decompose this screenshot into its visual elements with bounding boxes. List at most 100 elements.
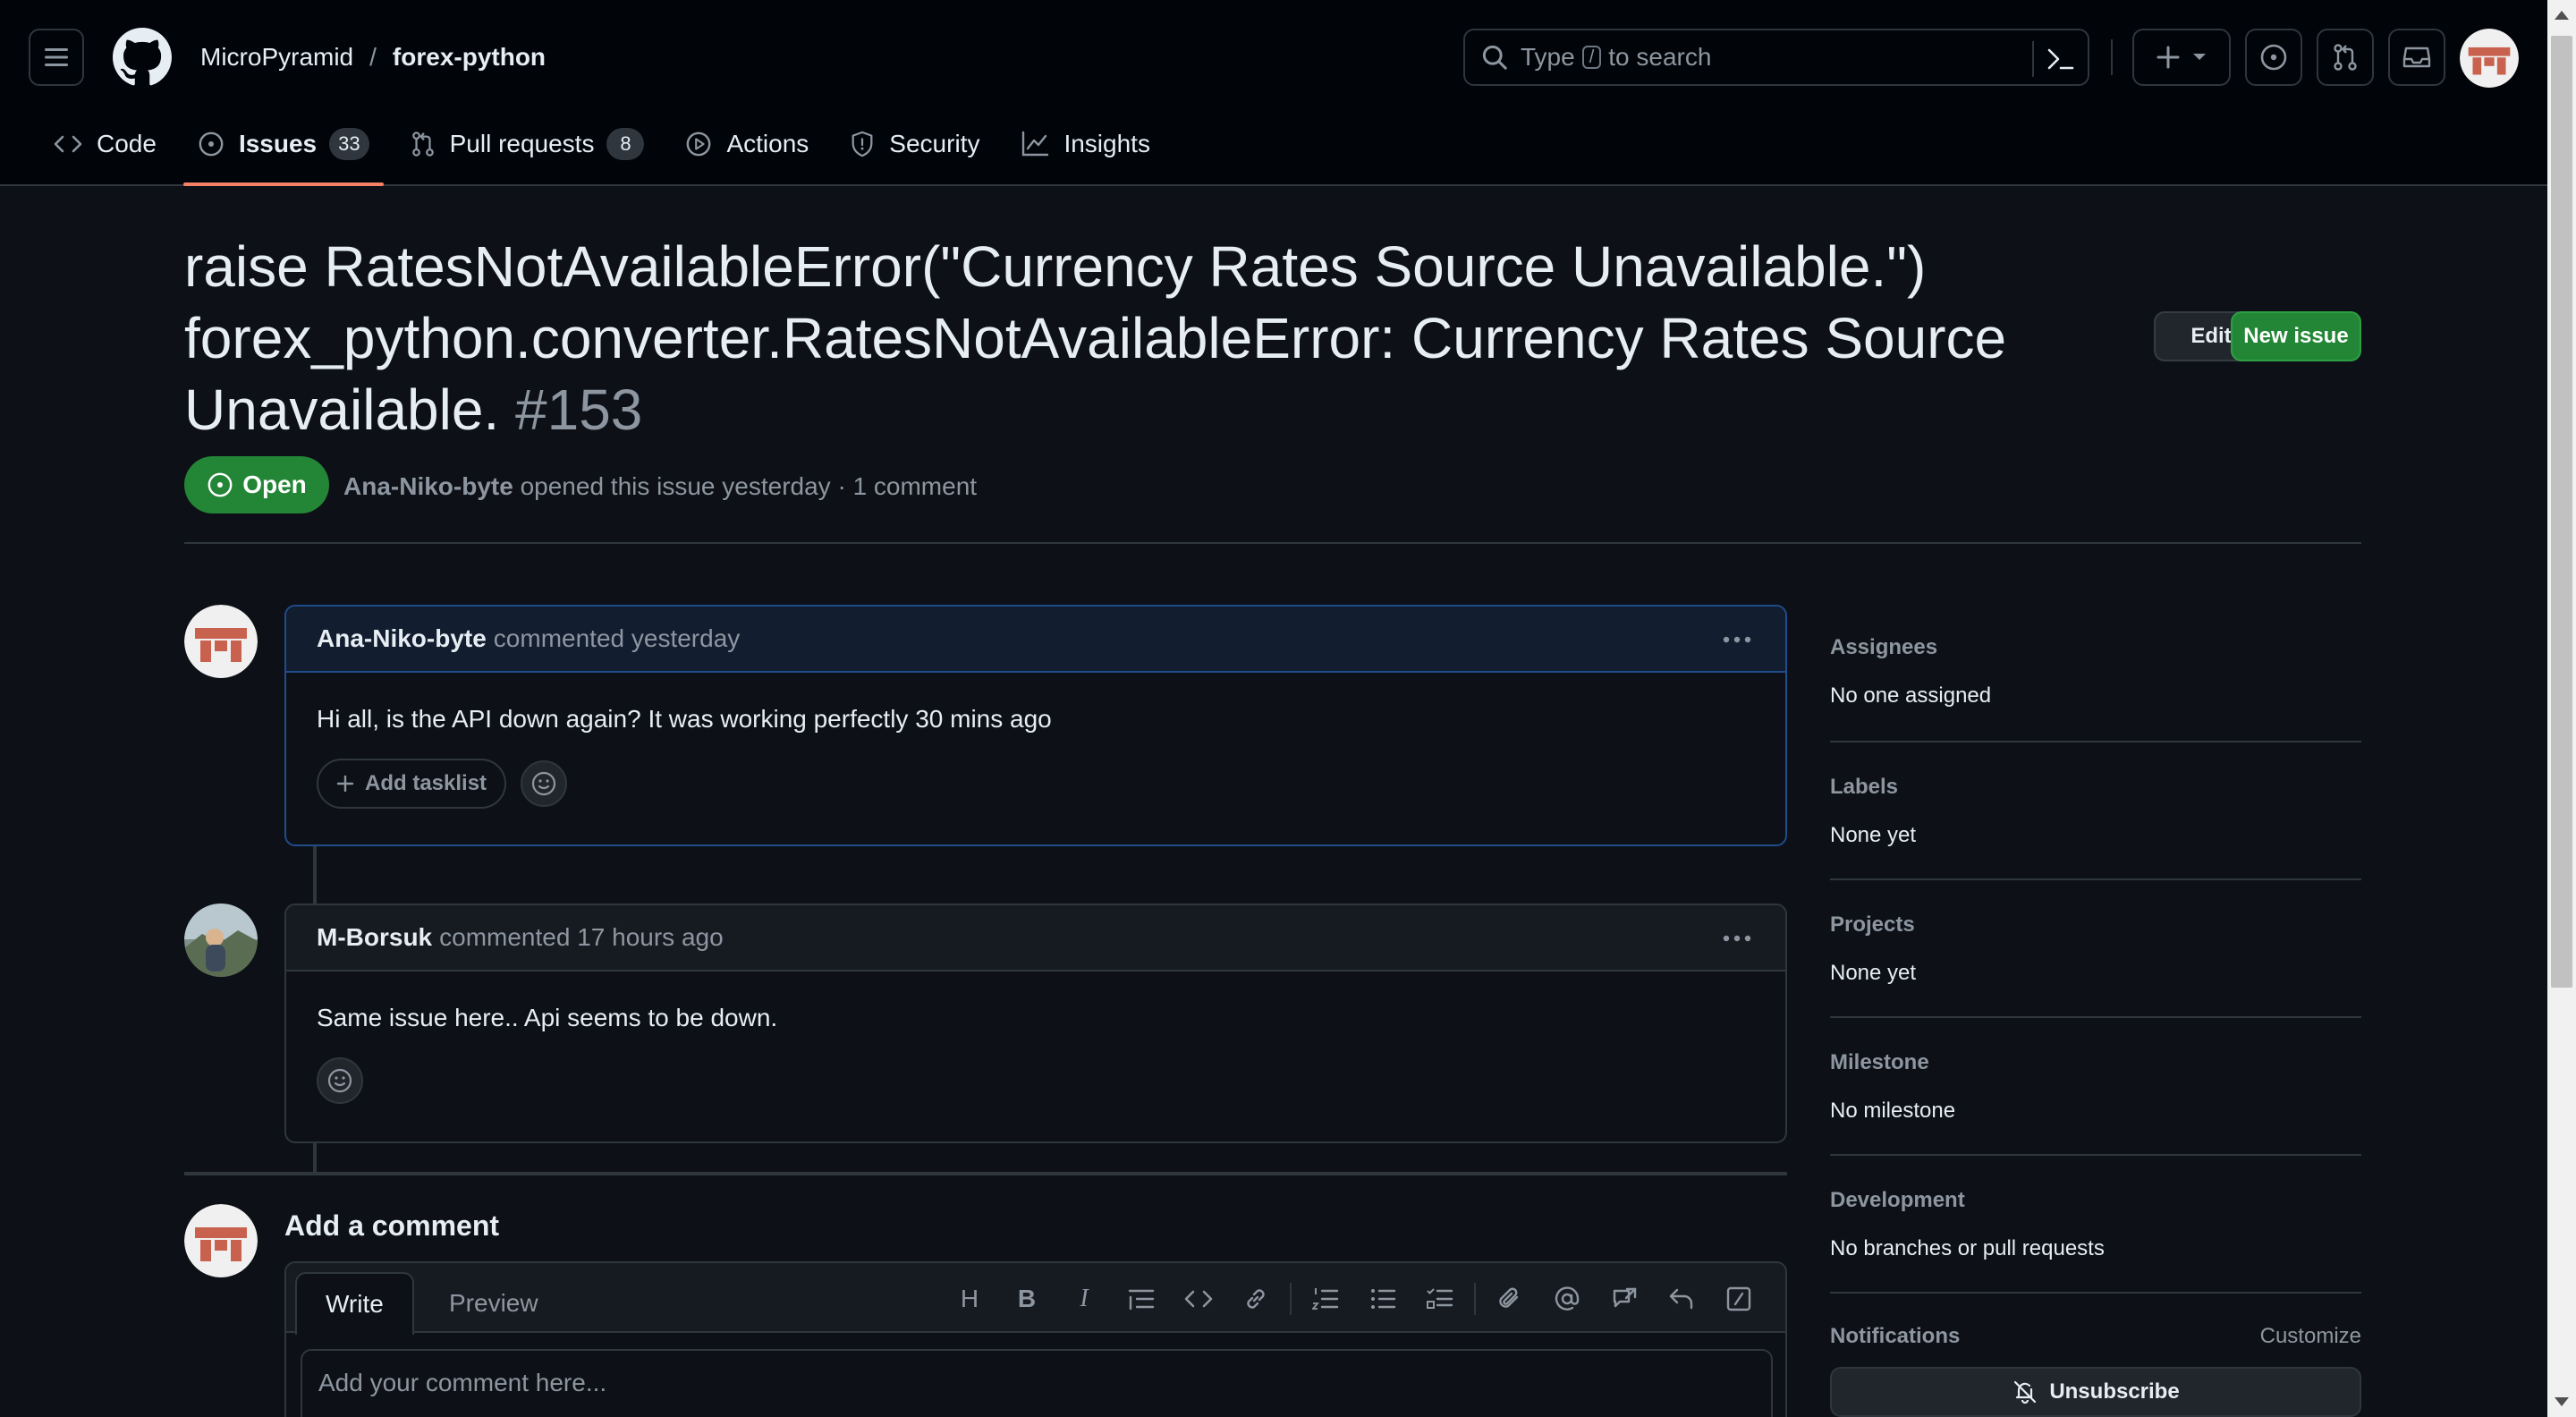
plus-icon [336,775,354,793]
comment-header: M-Borsuk commented 17 hours ago [286,905,1785,972]
scroll-up-arrow-icon[interactable] [2555,11,2569,20]
milestone-heading[interactable]: Milestone [1830,1050,2361,1075]
tab-preview[interactable]: Preview [420,1272,567,1335]
tab-pull-requests-label: Pull requests [449,130,595,157]
assignees-value: No one assigned [1830,683,1992,708]
cross-reference-tool[interactable] [1596,1277,1653,1320]
tab-code-label: Code [97,130,157,157]
breadcrumb: MicroPyramid / forex-python [200,39,546,75]
quote-icon [1128,1289,1155,1311]
slash-commands-tool[interactable] [1710,1277,1767,1320]
sidebar-milestone: Milestone No milestone [1830,1018,2361,1156]
issue-icon [199,132,224,157]
page-scrollbar[interactable] [2547,0,2576,1417]
tab-security[interactable]: Security [835,120,994,168]
tab-issues[interactable]: Issues 33 [182,120,384,186]
bold-tool[interactable]: B [998,1277,1055,1320]
menu-button[interactable] [29,29,84,86]
add-comment-heading: Add a comment [284,1209,500,1242]
breadcrumb-owner[interactable]: MicroPyramid [200,43,353,72]
formatting-tools: H B I [941,1277,1767,1320]
unsubscribe-button[interactable]: Unsubscribe [1830,1367,2361,1417]
issue-author-link[interactable]: Ana-Niko-byte [343,472,513,500]
command-palette-icon[interactable] [2046,47,2075,72]
saved-replies-tool[interactable] [1653,1277,1710,1320]
add-reaction-button[interactable] [521,760,568,807]
tab-actions[interactable]: Actions [671,120,823,168]
ordered-list-icon [1312,1288,1339,1310]
comment-time[interactable]: 17 hours ago [577,923,723,952]
issues-icon [2260,44,2287,71]
add-reaction-button[interactable] [317,1057,363,1104]
scrollbar-thumb[interactable] [2551,36,2572,988]
shield-icon [852,131,873,157]
comment-author[interactable]: M-Borsuk [317,923,432,952]
issue-meta-text: opened this issue yesterday · 1 comment [520,472,978,500]
github-logo-icon[interactable] [113,28,172,87]
quote-tool[interactable] [1113,1277,1170,1320]
breadcrumb-separator: / [369,43,377,71]
task-list-tool[interactable] [1411,1277,1469,1320]
composer-avatar[interactable] [184,1204,258,1277]
menu-icon [45,48,68,66]
italic-tool[interactable]: I [1055,1277,1113,1320]
pull-requests-button[interactable] [2317,29,2374,86]
projects-heading[interactable]: Projects [1830,912,2361,938]
inbox-button[interactable] [2388,29,2445,86]
github-issue-page: MicroPyramid / forex-python Type / to se… [0,0,2547,1417]
issue-state-label: Open [242,471,307,498]
comment-avatar[interactable] [184,904,258,977]
more-options-icon[interactable] [1721,624,1753,655]
search-input[interactable]: Type / to search [1463,29,2089,86]
comment-actions: Add tasklist [286,734,1785,834]
graph-icon [1022,131,1049,157]
tab-insights[interactable]: Insights [1006,120,1165,168]
comment-avatar[interactable] [184,605,258,678]
paperclip-icon [1499,1287,1519,1308]
assignees-heading[interactable]: Assignees [1830,635,2361,660]
unordered-list-tool[interactable] [1354,1277,1411,1320]
comment-textarea[interactable]: Add your comment here... [301,1349,1773,1417]
comment-time[interactable]: yesterday [631,624,740,653]
development-heading[interactable]: Development [1830,1188,2361,1213]
unsubscribe-label: Unsubscribe [2049,1379,2180,1404]
comment-action: commented [493,624,625,652]
tab-code[interactable]: Code [39,120,171,168]
labels-value: None yet [1830,823,1917,847]
issue-state-badge: Open [184,456,329,513]
labels-heading[interactable]: Labels [1830,775,2361,800]
add-tasklist-label: Add tasklist [365,771,487,795]
tab-insights-label: Insights [1063,130,1150,157]
timeline-end-divider [184,1172,1787,1175]
mention-tool[interactable] [1538,1277,1596,1320]
comment-body: Same issue here.. Api seems to be down. [317,1004,778,1031]
inbox-icon [2402,47,2431,68]
link-tool[interactable] [1227,1277,1284,1320]
breadcrumb-repo[interactable]: forex-python [393,43,546,72]
ordered-list-tool[interactable] [1297,1277,1354,1320]
smiley-icon [327,1068,352,1093]
tab-pull-requests[interactable]: Pull requests 8 [396,120,659,168]
avatar[interactable] [2460,29,2519,88]
scroll-down-arrow-icon[interactable] [2555,1397,2569,1406]
development-value: No branches or pull requests [1830,1236,2105,1260]
issues-button[interactable] [2245,29,2302,86]
more-options-icon[interactable] [1721,923,1753,954]
comment-author[interactable]: Ana-Niko-byte [317,624,487,653]
add-tasklist-button[interactable]: Add tasklist [317,759,507,809]
code-tool[interactable] [1170,1277,1227,1320]
new-issue-button[interactable]: New issue [2231,311,2361,361]
issue-meta: Ana-Niko-byte opened this issue yesterda… [343,471,977,503]
repo-tabs: Code Issues 33 Pull requests 8 Actions S… [39,120,1177,186]
code-icon [1184,1290,1213,1308]
header-divider [2111,39,2113,75]
create-new-button[interactable] [2132,29,2231,86]
editor-toolbar: Write Preview H B I [286,1263,1785,1335]
search-suffix: to search [1608,43,1712,71]
heading-tool[interactable]: H [941,1277,998,1320]
tab-write[interactable]: Write [295,1272,414,1335]
sidebar-assignees: Assignees No one assigned [1830,605,2361,742]
customize-link[interactable]: Customize [2260,1324,2361,1349]
search-prefix: Type [1521,43,1575,71]
attach-tool[interactable] [1481,1277,1538,1320]
